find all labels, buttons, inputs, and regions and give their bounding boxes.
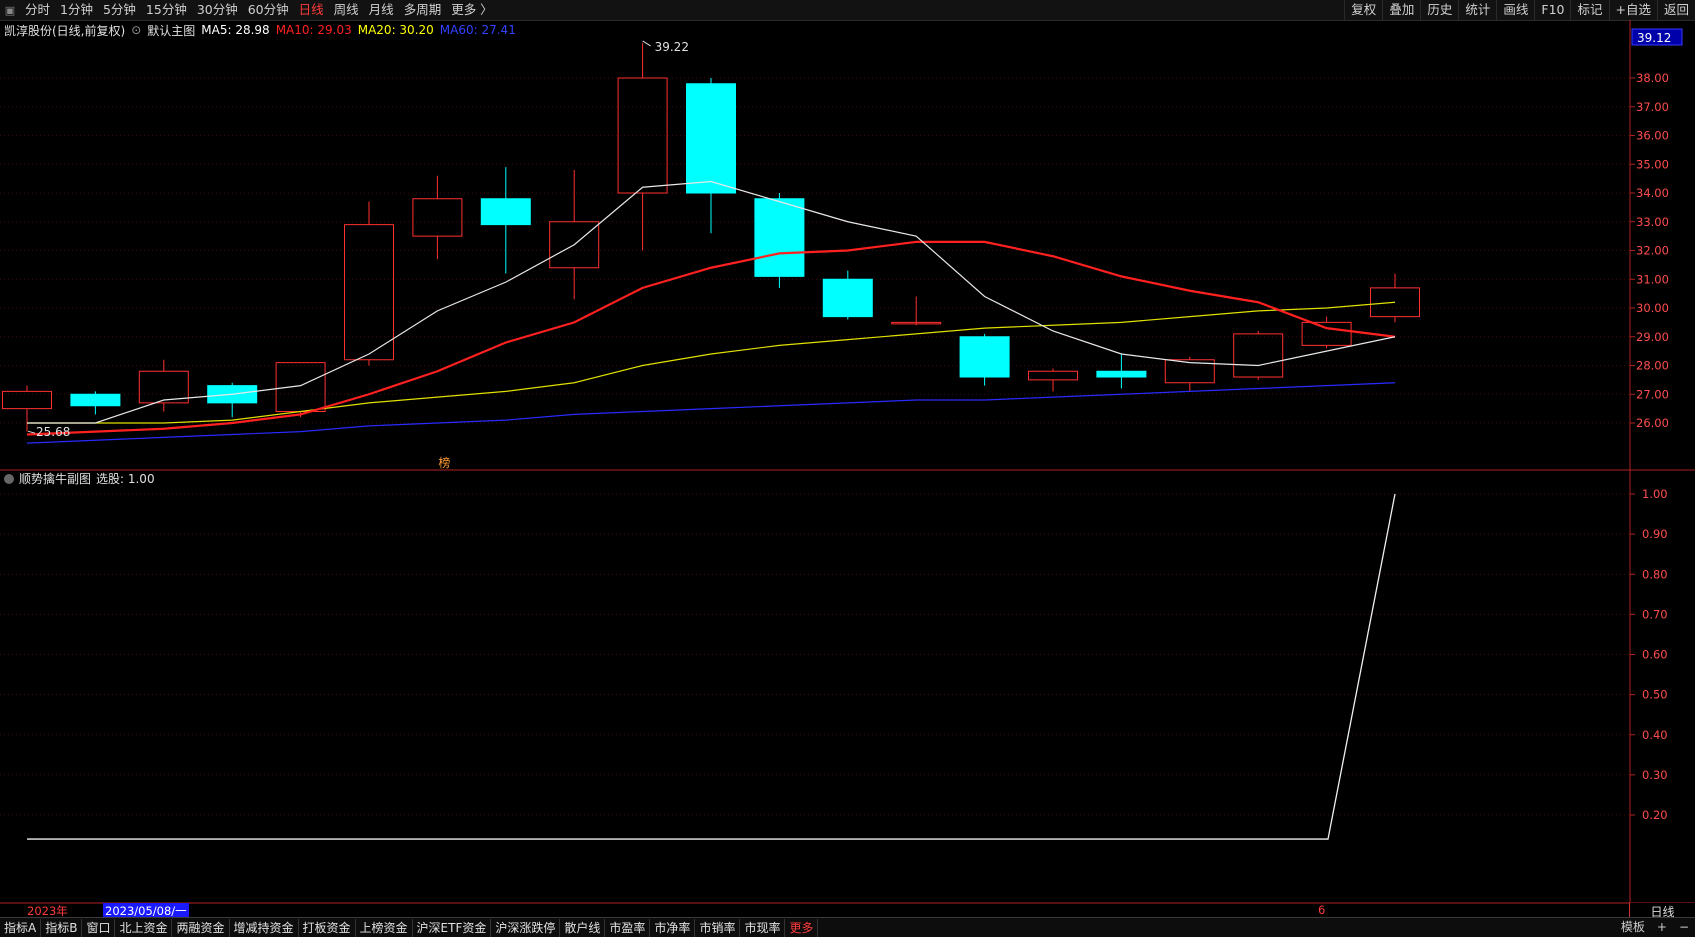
high-price-label: 39.22	[655, 40, 689, 54]
signal-line	[27, 493, 1396, 840]
candle-body	[754, 198, 805, 277]
bottom-right-button-1[interactable]: +	[1651, 918, 1673, 936]
sub-chart-value: 选股: 1.00	[96, 472, 155, 486]
sub-tick-label: 1.00	[1642, 487, 1668, 501]
date-axis: 2023年 2023/05/08/一 6	[0, 903, 1630, 919]
bottom-right-button-0[interactable]: 模板	[1615, 918, 1651, 936]
sub-tick-label: 0.30	[1642, 768, 1668, 782]
bottom-tab-0[interactable]: 指标A	[0, 918, 42, 937]
sub-tick-label: 0.20	[1642, 808, 1668, 822]
candle-body	[617, 77, 668, 194]
candle-body	[1096, 370, 1147, 378]
sub-tick-label: 0.40	[1642, 728, 1668, 742]
sub-tick-label: 0.50	[1642, 688, 1668, 702]
indicator-tab-bar: 指标A 指标B 窗口 北上资金 两融资金 增减持资金 打板资金 上榜资金 沪深ETF资金 沪深涨跌…	[0, 917, 1695, 937]
bottom-tab-10[interactable]: 散户线	[560, 918, 606, 937]
price-tick-label: 36.00	[1636, 129, 1669, 143]
candle-body	[70, 393, 121, 407]
price-tick-label: 37.00	[1636, 100, 1669, 114]
bottom-tab-15[interactable]: 更多	[785, 918, 819, 937]
price-tick-label: 34.00	[1636, 186, 1669, 200]
sub-tick-label: 0.80	[1642, 567, 1668, 581]
bottom-tab-3[interactable]: 北上资金	[115, 918, 173, 937]
candle-body	[686, 83, 736, 194]
sub-collapse-icon	[4, 474, 14, 484]
price-tick-label: 30.00	[1636, 301, 1669, 315]
price-tick-label: 29.00	[1636, 330, 1669, 344]
candle-body	[412, 198, 463, 237]
candle-body	[480, 198, 531, 226]
candle-body	[1028, 370, 1078, 381]
bottom-tab-9[interactable]: 沪深涨跌停	[491, 918, 561, 937]
bottom-right-button-2[interactable]: −	[1673, 918, 1695, 936]
price-tick-label: 35.00	[1636, 157, 1669, 171]
bottom-tab-12[interactable]: 市净率	[650, 918, 696, 937]
low-price-label: 25.68	[36, 425, 70, 439]
bottom-tab-11[interactable]: 市盈率	[605, 918, 651, 937]
date-tick: 6	[1318, 903, 1326, 917]
current-price-label: 39.12	[1637, 31, 1671, 45]
price-tick-label: 27.00	[1636, 387, 1669, 401]
period-label: 日线	[1629, 903, 1695, 919]
bottom-tab-4[interactable]: 两融资金	[172, 918, 230, 937]
candle-body	[1233, 333, 1284, 378]
candle-body	[275, 362, 326, 412]
list-flag-label: 榜	[438, 455, 450, 470]
price-tick-label: 28.00	[1636, 359, 1669, 373]
price-tick-label: 38.00	[1636, 71, 1669, 85]
candle-body	[1301, 321, 1352, 346]
price-tick-label: 33.00	[1636, 215, 1669, 229]
high-marker	[642, 40, 651, 47]
chart-canvas[interactable]: 38.00 37.00 36.00 35.00 34.00 33.00 32.00 31.00…	[0, 0, 1695, 936]
sub-tick-label: 0.70	[1642, 607, 1668, 621]
sub-tick-label: 0.90	[1642, 527, 1668, 541]
bottom-tab-7[interactable]: 上榜资金	[356, 918, 413, 937]
candle-body	[822, 278, 873, 318]
bottom-tab-6[interactable]: 打板资金	[299, 918, 356, 937]
price-tick-label: 32.00	[1636, 244, 1669, 258]
bottom-tab-5[interactable]: 增减持资金	[230, 918, 299, 937]
candle-body	[344, 224, 394, 361]
sub-chart-title: 顺势擒牛副图	[19, 471, 91, 486]
bottom-tab-1[interactable]: 指标B	[41, 918, 83, 937]
sub-tick-label: 0.60	[1642, 648, 1668, 662]
bottom-tab-13[interactable]: 市销率	[695, 918, 741, 937]
candle-body	[959, 336, 1010, 378]
price-tick-label: 26.00	[1636, 416, 1669, 430]
bottom-tab-2[interactable]: 窗口	[82, 918, 116, 937]
price-tick-label: 31.00	[1636, 272, 1669, 286]
bottom-tab-14[interactable]: 市现率	[740, 918, 786, 937]
bottom-tab-8[interactable]: 沪深ETF资金	[413, 918, 492, 937]
low-marker	[27, 430, 36, 434]
